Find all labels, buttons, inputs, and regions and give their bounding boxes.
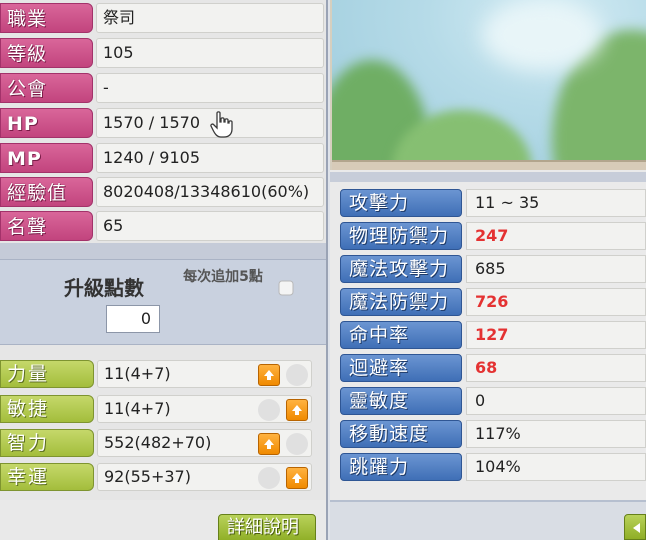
info-label: HP xyxy=(0,108,93,138)
combat-label: 魔法防禦力 xyxy=(340,288,462,316)
combat-value: 0 xyxy=(466,387,646,415)
info-value: - xyxy=(96,73,324,103)
arrow-up-icon xyxy=(264,439,274,449)
info-row-hp: HP 1570 / 1570 xyxy=(0,107,326,140)
info-value: 祭司 xyxy=(96,3,324,33)
combat-value: 247 xyxy=(466,222,646,250)
combat-value: 127 xyxy=(466,321,646,349)
combat-row-avoid: 迴避率 68 xyxy=(340,352,646,383)
info-label: MP xyxy=(0,143,93,173)
info-label: 名聲 xyxy=(0,211,93,241)
auto-add-label: 每次追加5點 xyxy=(183,269,263,285)
combat-value: 117% xyxy=(466,420,646,448)
button-placeholder xyxy=(286,364,308,386)
combat-label: 物理防禦力 xyxy=(340,222,462,250)
info-row-level: 等級 105 xyxy=(0,37,326,70)
info-label: 職業 xyxy=(0,3,93,33)
info-label: 經驗值 xyxy=(0,177,93,207)
divider xyxy=(330,172,646,182)
combat-row-accuracy: 命中率 127 xyxy=(340,319,646,350)
arrow-up-icon xyxy=(264,370,274,380)
combat-label: 移動速度 xyxy=(340,420,462,448)
stat-row-int: 智力 552(482+70) xyxy=(0,428,326,458)
combat-value: 685 xyxy=(466,255,646,283)
combat-row-jump: 跳躍力 104% xyxy=(340,451,646,482)
combat-row-matk: 魔法攻擊力 685 xyxy=(340,253,646,284)
arrow-up-icon xyxy=(292,405,302,415)
combat-value: 68 xyxy=(466,354,646,382)
character-info-panel: 職業 祭司 等級 105 公會 - HP 1570 / 1570 MP 1240… xyxy=(0,0,328,540)
increase-button[interactable] xyxy=(286,399,308,421)
combat-row-wdef: 物理防禦力 247 xyxy=(340,220,646,251)
increase-button[interactable] xyxy=(286,467,308,489)
arrow-up-icon xyxy=(292,473,302,483)
info-value: 65 xyxy=(96,211,324,241)
combat-label: 迴避率 xyxy=(340,354,462,382)
stat-row-str: 力量 11(4+7) xyxy=(0,359,326,389)
combat-value: 11 ~ 35 xyxy=(466,189,646,217)
combat-stats-panel: 攻擊力 11 ~ 35 物理防禦力 247 魔法攻擊力 685 魔法防禦力 72… xyxy=(330,0,646,540)
combat-row-speed: 移動速度 117% xyxy=(340,418,646,449)
arrow-left-icon xyxy=(633,523,640,533)
button-placeholder xyxy=(258,399,280,421)
combat-label: 命中率 xyxy=(340,321,462,349)
combat-label: 靈敏度 xyxy=(340,387,462,415)
right-footer xyxy=(330,500,646,540)
info-row-fame: 名聲 65 xyxy=(0,210,326,243)
game-scene xyxy=(330,0,646,170)
info-row-exp: 經驗值 8020408/13348610(60%) xyxy=(0,176,326,209)
ability-points-box: 升級點數 0 每次追加5點 xyxy=(0,259,326,345)
hand-cursor-icon xyxy=(210,111,233,138)
info-label: 公會 xyxy=(0,73,93,103)
stat-label: 力量 xyxy=(0,360,94,388)
increase-button[interactable] xyxy=(258,364,280,386)
info-label: 等級 xyxy=(0,38,93,68)
auto-add-checkbox[interactable] xyxy=(278,280,294,296)
detail-button[interactable]: 詳細說明 xyxy=(218,514,316,540)
info-row-mp: MP 1240 / 9105 xyxy=(0,142,326,175)
button-placeholder xyxy=(258,467,280,489)
divider xyxy=(0,243,326,259)
info-value: 1240 / 9105 xyxy=(96,143,324,173)
info-value: 8020408/13348610(60%) xyxy=(96,177,324,207)
combat-value: 726 xyxy=(466,288,646,316)
cloud xyxy=(482,0,602,70)
ability-points-title: 升級點數 xyxy=(64,276,144,300)
button-placeholder xyxy=(286,433,308,455)
stat-row-dex: 敏捷 11(4+7) xyxy=(0,394,326,424)
combat-label: 魔法攻擊力 xyxy=(340,255,462,283)
combat-value: 104% xyxy=(466,453,646,481)
collapse-button[interactable] xyxy=(624,514,646,540)
combat-row-mdef: 魔法防禦力 726 xyxy=(340,286,646,317)
info-row-guild: 公會 - xyxy=(0,72,326,105)
combat-label: 攻擊力 xyxy=(340,189,462,217)
ground xyxy=(332,160,646,170)
info-value: 105 xyxy=(96,38,324,68)
combat-label: 跳躍力 xyxy=(340,453,462,481)
stat-row-luk: 幸運 92(55+37) xyxy=(0,462,326,492)
combat-row-attack: 攻擊力 11 ~ 35 xyxy=(340,187,646,218)
combat-row-hands: 靈敏度 0 xyxy=(340,385,646,416)
ability-points-value: 0 xyxy=(106,305,160,333)
stat-label: 幸運 xyxy=(0,463,94,491)
stat-label: 智力 xyxy=(0,429,94,457)
info-row-job: 職業 祭司 xyxy=(0,2,326,35)
stat-label: 敏捷 xyxy=(0,395,94,423)
increase-button[interactable] xyxy=(258,433,280,455)
